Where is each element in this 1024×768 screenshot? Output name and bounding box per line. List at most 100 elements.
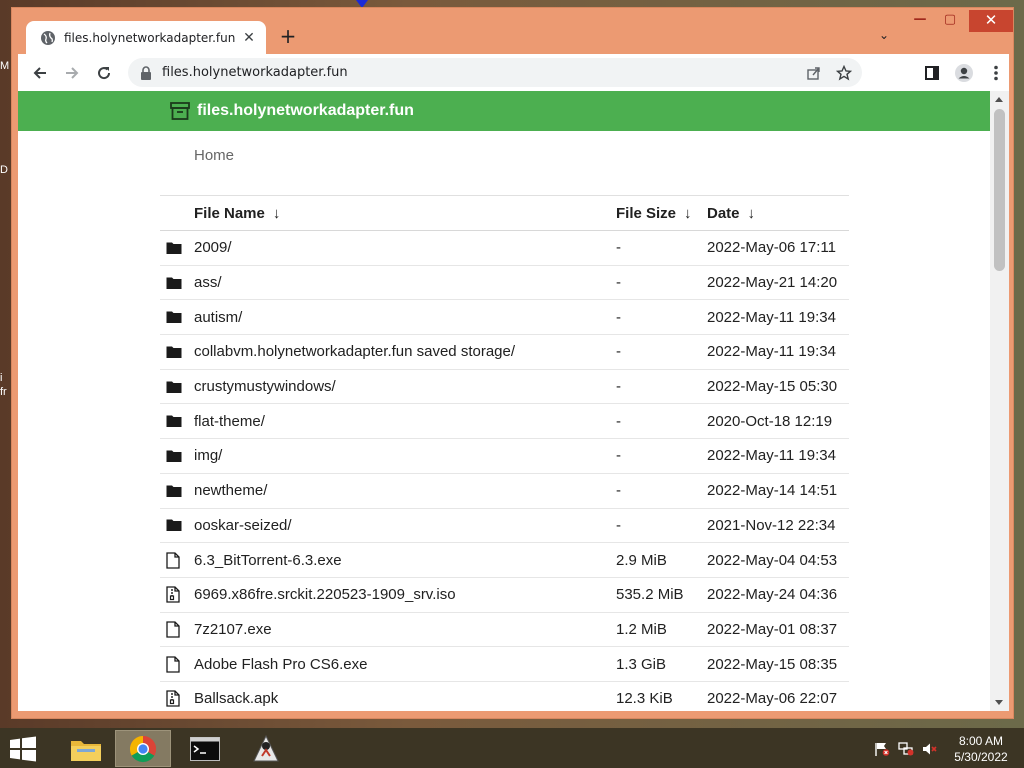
close-window-button[interactable]: ✕ (969, 10, 1013, 32)
address-bar[interactable]: files.holynetworkadapter.fun (128, 58, 862, 87)
table-row[interactable]: crustymustywindows/ - 2022-May-15 05:30 (160, 370, 849, 405)
avatar-icon (955, 64, 973, 82)
windows-logo-icon (10, 736, 36, 762)
network-icon[interactable] (898, 742, 914, 756)
new-tab-button[interactable]: + (276, 25, 300, 49)
table-row[interactable]: 7z2107.exe 1.2 MiB 2022-May-01 08:37 (160, 613, 849, 648)
taskbar-file-explorer[interactable] (58, 730, 114, 767)
close-tab-icon[interactable]: ✕ (236, 30, 262, 46)
url-text[interactable]: files.holynetworkadapter.fun (162, 65, 802, 80)
profile-button[interactable] (952, 61, 976, 85)
action-center-flag-icon[interactable] (874, 742, 890, 756)
file-name-link[interactable]: ooskar-seized/ (194, 509, 292, 543)
file-size: - (616, 239, 621, 257)
table-row[interactable]: autism/ - 2022-May-11 19:34 (160, 300, 849, 336)
file-name-link[interactable]: crustymustywindows/ (194, 370, 336, 404)
side-panel-icon (925, 66, 939, 80)
file-date: 2022-May-11 19:34 (707, 308, 836, 326)
folder-icon (166, 439, 184, 473)
star-icon (836, 64, 852, 81)
tab-search-chevron-icon[interactable]: ⌄ (875, 28, 893, 44)
column-header-date-label: Date (707, 204, 740, 222)
file-date: 2022-May-01 08:37 (707, 620, 838, 638)
archive-file-icon (166, 578, 184, 612)
file-date: 2022-May-14 14:51 (707, 482, 838, 500)
start-button[interactable] (8, 736, 38, 762)
file-name-link[interactable]: collabvm.holynetworkadapter.fun saved st… (194, 335, 515, 369)
scroll-down-arrow-icon[interactable] (995, 700, 1003, 705)
table-row[interactable]: newtheme/ - 2022-May-14 14:51 (160, 474, 849, 509)
volume-muted-icon[interactable] (922, 742, 938, 756)
file-date: 2022-May-21 14:20 (707, 274, 838, 292)
table-row[interactable]: 2009/ - 2022-May-06 17:11 (160, 231, 849, 266)
site-title-link[interactable]: files.holynetworkadapter.fun (197, 102, 414, 120)
file-name-link[interactable]: Ballsack.apk (194, 682, 278, 711)
file-name-link[interactable]: ass/ (194, 266, 222, 300)
table-row[interactable]: flat-theme/ - 2020-Oct-18 12:19 (160, 404, 849, 440)
folder-icon (166, 335, 184, 369)
scroll-up-arrow-icon[interactable] (995, 97, 1003, 102)
folder-icon (166, 509, 184, 543)
table-row[interactable]: ooskar-seized/ - 2021-Nov-12 22:34 (160, 509, 849, 544)
file-date: 2022-May-24 04:36 (707, 586, 838, 604)
chrome-icon (129, 735, 157, 762)
column-header-name-label: File Name (194, 204, 265, 222)
table-row[interactable]: 6969.x86fre.srckit.220523-1909_srv.iso 53… (160, 578, 849, 613)
file-name-link[interactable]: flat-theme/ (194, 404, 265, 438)
lock-icon (141, 65, 151, 80)
forward-button[interactable] (60, 61, 84, 85)
file-date: 2022-May-15 08:35 (707, 655, 838, 673)
file-date: 2022-May-06 17:11 (707, 239, 836, 257)
file-name-link[interactable]: 2009/ (194, 231, 232, 265)
clock-time: 8:00 AM (958, 734, 1004, 748)
system-clock[interactable]: 8:00 AM 5/30/2022 (946, 733, 1016, 765)
share-button[interactable] (802, 61, 826, 85)
vertical-scrollbar[interactable] (990, 91, 1009, 711)
table-row[interactable]: Ballsack.apk 12.3 KiB 2022-May-06 22:07 (160, 682, 849, 711)
minimize-button[interactable]: — (905, 10, 935, 32)
column-header-size[interactable]: File Size ↓ (616, 196, 692, 230)
maximize-button[interactable]: ▢ (935, 10, 965, 32)
file-size: - (616, 412, 621, 430)
file-size: - (616, 516, 621, 534)
file-name-link[interactable]: img/ (194, 439, 222, 473)
column-header-date[interactable]: Date ↓ (707, 196, 755, 230)
file-name-link[interactable]: 6969.x86fre.srckit.220523-1909_srv.iso (194, 578, 456, 612)
bookmark-button[interactable] (832, 61, 856, 85)
table-row[interactable]: Adobe Flash Pro CS6.exe 1.3 GiB 2022-May-1… (160, 647, 849, 682)
side-panel-button[interactable] (920, 61, 944, 85)
browser-window: files.holynetworkadapter.fun ✕ + ⌄ — ▢ ✕ (11, 7, 1014, 719)
column-header-name[interactable]: File Name ↓ (194, 196, 280, 230)
back-button[interactable] (28, 61, 52, 85)
file-size: - (616, 447, 621, 465)
file-name-link[interactable]: newtheme/ (194, 474, 267, 508)
sort-arrow-icon: ↓ (747, 204, 756, 222)
file-size: - (616, 274, 621, 292)
browser-tab[interactable]: files.holynetworkadapter.fun ✕ (26, 21, 266, 54)
file-date: 2020-Oct-18 12:19 (707, 412, 833, 430)
folder-icon (71, 740, 101, 761)
table-row[interactable]: img/ - 2022-May-11 19:34 (160, 439, 849, 474)
table-row[interactable]: ass/ - 2022-May-21 14:20 (160, 266, 849, 301)
file-name-link[interactable]: 7z2107.exe (194, 613, 272, 647)
file-name-link[interactable]: Adobe Flash Pro CS6.exe (194, 647, 367, 681)
reload-button[interactable] (92, 61, 116, 85)
table-row[interactable]: collabvm.holynetworkadapter.fun saved st… (160, 335, 849, 370)
taskbar-command-prompt[interactable] (177, 730, 233, 767)
column-header-size-label: File Size (616, 204, 677, 222)
scrollbar-thumb[interactable] (994, 109, 1005, 271)
folder-icon (166, 231, 184, 265)
breadcrumb-home[interactable]: Home (194, 147, 234, 164)
table-row[interactable]: 6.3_BitTorrent-6.3.exe 2.9 MiB 2022-May-04… (160, 543, 849, 578)
folder-icon (166, 474, 184, 508)
file-size: - (616, 378, 621, 396)
taskbar-app[interactable] (238, 730, 294, 767)
arrow-left-icon (33, 67, 46, 79)
taskbar-chrome[interactable] (115, 730, 171, 767)
menu-button[interactable] (984, 61, 1008, 85)
tab-title: files.holynetworkadapter.fun (64, 30, 236, 45)
archive-box-icon (170, 102, 190, 120)
file-name-link[interactable]: 6.3_BitTorrent-6.3.exe (194, 543, 342, 577)
file-icon (166, 613, 184, 647)
file-name-link[interactable]: autism/ (194, 300, 242, 334)
